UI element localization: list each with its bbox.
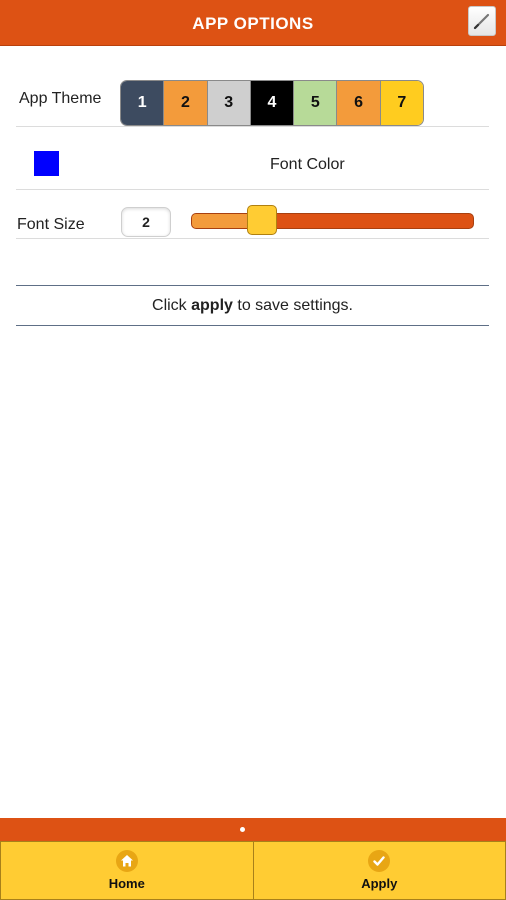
page-title: APP OPTIONS <box>192 14 314 33</box>
theme-option-label: 4 <box>267 94 277 111</box>
theme-option-1[interactable]: 1 <box>121 81 165 125</box>
slider-handle[interactable] <box>247 205 278 235</box>
home-icon <box>115 850 138 872</box>
font-size-slider[interactable] <box>191 205 474 235</box>
divider <box>16 238 489 239</box>
page-indicator <box>240 827 245 832</box>
divider <box>16 189 489 190</box>
app-header: APP OPTIONS <box>0 0 506 46</box>
font-color-label: Font Color <box>270 156 345 173</box>
theme-option-label: 1 <box>137 94 147 111</box>
theme-selector: 1 2 3 4 5 6 7 <box>120 80 424 126</box>
theme-option-7[interactable]: 7 <box>380 81 423 125</box>
footer-bar <box>0 818 506 841</box>
theme-option-4[interactable]: 4 <box>250 81 295 125</box>
app-theme-label: App Theme <box>19 90 102 107</box>
theme-option-5[interactable]: 5 <box>294 81 338 125</box>
home-button[interactable]: Home <box>0 841 254 900</box>
font-size-value[interactable]: 2 <box>121 207 171 237</box>
home-label: Home <box>108 876 145 891</box>
theme-option-label: 3 <box>224 94 234 111</box>
theme-option-6[interactable]: 6 <box>337 81 381 125</box>
divider <box>16 126 489 127</box>
apply-label: Apply <box>361 876 398 891</box>
pencil-icon <box>473 13 490 30</box>
save-hint-prefix: Click <box>152 297 192 314</box>
check-icon <box>368 850 391 872</box>
save-hint: Click apply to save settings. <box>16 297 489 315</box>
save-hint-suffix: to save settings. <box>232 297 353 314</box>
theme-option-2[interactable]: 2 <box>164 81 208 125</box>
theme-option-3[interactable]: 3 <box>207 81 251 125</box>
font-color-swatch[interactable] <box>34 151 59 176</box>
theme-option-label: 6 <box>354 94 363 111</box>
apply-button[interactable]: Apply <box>253 841 506 900</box>
bottom-nav: Home Apply <box>0 841 506 900</box>
font-size-label: Font Size <box>17 216 85 233</box>
divider <box>16 325 489 326</box>
save-hint-bold: apply <box>191 297 233 314</box>
edit-button[interactable] <box>468 6 496 36</box>
divider <box>16 285 489 286</box>
theme-option-label: 5 <box>310 94 320 111</box>
theme-option-label: 7 <box>397 94 407 111</box>
theme-option-label: 2 <box>180 94 190 111</box>
